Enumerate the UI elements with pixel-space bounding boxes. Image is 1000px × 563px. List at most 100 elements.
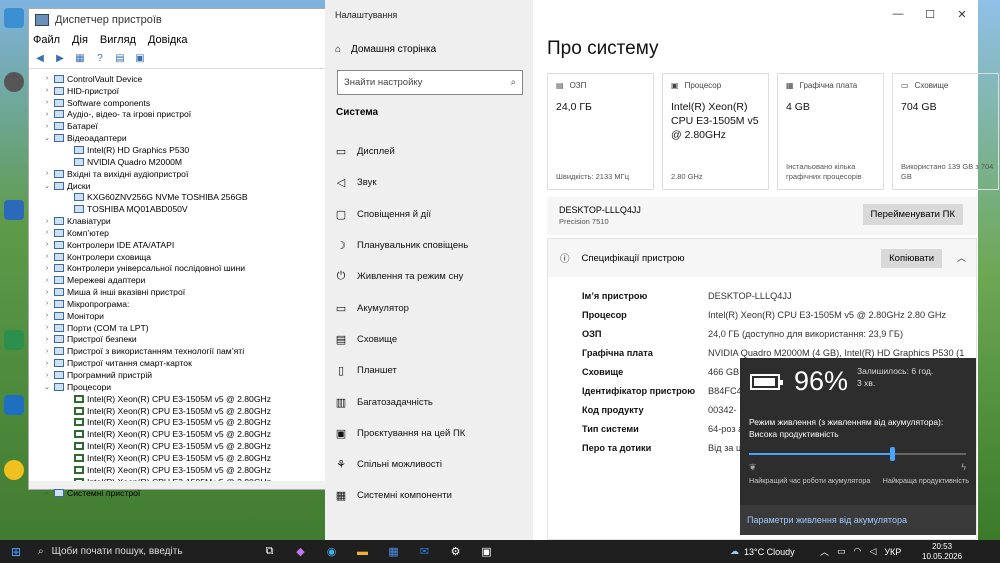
- edge-icon[interactable]: ◉: [320, 543, 343, 561]
- device-manager-window[interactable]: Диспетчер пристроїв Файл Дія Вигляд Дові…: [28, 8, 328, 498]
- device-tree-node[interactable]: › Контролери універсальної послідовної ши…: [29, 263, 327, 275]
- settings-nav-item[interactable]: ▭ Акумулятор: [325, 292, 533, 323]
- settings-nav-item[interactable]: ▭ Дисплей: [325, 136, 533, 167]
- expand-chevron-icon[interactable]: ⌄: [43, 182, 51, 190]
- chevron-up-icon[interactable]: ︿: [957, 251, 966, 264]
- device-tree-node[interactable]: TOSHIBA MQ01ABD050V: [29, 203, 327, 215]
- task-view-icon[interactable]: ⧉: [258, 543, 281, 561]
- collapse-chevron-icon[interactable]: ›: [43, 265, 51, 272]
- update-driver-icon[interactable]: ▤: [113, 53, 127, 65]
- collapse-chevron-icon[interactable]: ›: [43, 170, 51, 177]
- weather-widget[interactable]: ☁ 13°C Cloudy: [730, 540, 795, 563]
- menu-view[interactable]: Вигляд: [100, 34, 136, 46]
- device-tree-node[interactable]: › Аудіо-, відео- та ігрові пристрої: [29, 109, 327, 121]
- collapse-chevron-icon[interactable]: ›: [43, 87, 51, 94]
- device-tree-node[interactable]: › Пристрої з використанням технології пам…: [29, 345, 327, 357]
- help-icon[interactable]: ?: [93, 53, 107, 65]
- settings-nav-item[interactable]: ▢ Сповіщення й дії: [325, 199, 533, 230]
- slider-thumb[interactable]: [890, 447, 896, 461]
- device-tree-node[interactable]: › Клавіатури: [29, 215, 327, 227]
- horizontal-scrollbar[interactable]: [29, 481, 327, 489]
- desktop-app-icon[interactable]: [4, 460, 24, 480]
- chevron-up-icon[interactable]: ︿: [820, 545, 829, 558]
- rename-pc-button[interactable]: Перейменувати ПК: [862, 204, 963, 225]
- clock[interactable]: 20:53 10.05.2026: [922, 542, 962, 563]
- expand-chevron-icon[interactable]: ⌄: [43, 383, 51, 391]
- forward-arrow-icon[interactable]: ▶: [53, 53, 67, 65]
- collapse-chevron-icon[interactable]: ›: [43, 312, 51, 319]
- device-tree-node[interactable]: Intel(R) Xeon(R) CPU E3-1505M v5 @ 2.80G…: [29, 405, 327, 417]
- collapse-chevron-icon[interactable]: ›: [43, 123, 51, 130]
- collapse-chevron-icon[interactable]: ›: [43, 111, 51, 118]
- collapse-chevron-icon[interactable]: ›: [43, 99, 51, 106]
- settings-nav-item[interactable]: ▦ Системні компоненти: [325, 480, 533, 511]
- collapse-chevron-icon[interactable]: ›: [43, 277, 51, 284]
- settings-nav-item[interactable]: ⏻ Живлення та режим сну: [325, 261, 533, 292]
- settings-search-input[interactable]: Знайти настройку ⌕: [337, 70, 523, 95]
- menu-file[interactable]: Файл: [33, 34, 60, 46]
- collapse-chevron-icon[interactable]: ›: [43, 372, 51, 379]
- desktop-app-icon[interactable]: [4, 200, 24, 220]
- collapse-chevron-icon[interactable]: ›: [43, 229, 51, 236]
- collapse-chevron-icon[interactable]: ›: [43, 75, 51, 82]
- collapse-chevron-icon[interactable]: ›: [43, 490, 51, 497]
- device-tree-node[interactable]: Intel(R) Xeon(R) CPU E3-1505M v5 @ 2.80G…: [29, 464, 327, 476]
- device-tree-node[interactable]: KXG60ZNV256G NVMe TOSHIBA 256GB: [29, 191, 327, 203]
- language-indicator[interactable]: УКР: [884, 547, 901, 557]
- device-tree-node[interactable]: › Контролери сховища: [29, 251, 327, 263]
- settings-nav-item[interactable]: ▥ Багатозадачність: [325, 386, 533, 417]
- windows-start-icon[interactable]: ⊞: [0, 545, 32, 559]
- device-tree-node[interactable]: › Системні пристрої: [29, 488, 327, 500]
- collapse-chevron-icon[interactable]: ›: [43, 253, 51, 260]
- device-tree-node[interactable]: › HID-пристрої: [29, 85, 327, 97]
- close-button[interactable]: ✕: [946, 0, 978, 28]
- device-tree-node[interactable]: Intel(R) Xeon(R) CPU E3-1505M v5 @ 2.80G…: [29, 452, 327, 464]
- battery-tray-icon[interactable]: ▭: [837, 546, 846, 557]
- store-icon[interactable]: ▦: [382, 543, 405, 561]
- device-tree-node[interactable]: Intel(R) Xeon(R) CPU E3-1505M v5 @ 2.80G…: [29, 440, 327, 452]
- device-tree-node[interactable]: › Миша й інші вказівні пристрої: [29, 286, 327, 298]
- device-tree-node[interactable]: NVIDIA Quadro M2000M: [29, 156, 327, 168]
- device-tree-node[interactable]: › Мікропрограма:: [29, 298, 327, 310]
- menu-action[interactable]: Дія: [72, 34, 88, 46]
- battery-settings-link[interactable]: Параметри живлення від акумулятора: [740, 505, 976, 535]
- device-tree-node[interactable]: › ControlVault Device: [29, 73, 327, 85]
- collapse-chevron-icon[interactable]: ›: [43, 336, 51, 343]
- device-tree-node[interactable]: › Контролери IDE ATA/ATAPI: [29, 239, 327, 251]
- device-tree-node[interactable]: › Батареї: [29, 120, 327, 132]
- device-tree-node[interactable]: ⌄ Відеоадаптери: [29, 132, 327, 144]
- properties-icon[interactable]: ▦: [73, 53, 87, 65]
- device-tree-node[interactable]: › Порти (COM та LPT): [29, 322, 327, 334]
- device-tree-node[interactable]: › Пристрої безпеки: [29, 334, 327, 346]
- desktop-app-icon[interactable]: [4, 330, 24, 350]
- maximize-button[interactable]: ☐: [914, 0, 946, 28]
- collapse-chevron-icon[interactable]: ›: [43, 241, 51, 248]
- outlook-icon[interactable]: ✉: [413, 543, 436, 561]
- network-icon[interactable]: ◠: [854, 546, 862, 557]
- device-tree-node[interactable]: › Пристрої читання смарт-карток: [29, 357, 327, 369]
- device-manager-titlebar[interactable]: Диспетчер пристроїв: [29, 9, 327, 31]
- device-tree-node[interactable]: › Вхідні та вихідні аудіопристрої: [29, 168, 327, 180]
- back-arrow-icon[interactable]: ◀: [33, 53, 47, 65]
- desktop-app-icon[interactable]: [4, 395, 24, 415]
- recycle-bin-icon[interactable]: [4, 8, 24, 28]
- device-tree-node[interactable]: Intel(R) Xeon(R) CPU E3-1505M v5 @ 2.80G…: [29, 428, 327, 440]
- desktop-app-icon[interactable]: [4, 72, 24, 92]
- device-tree-node[interactable]: Intel(R) Xeon(R) CPU E3-1505M v5 @ 2.80G…: [29, 416, 327, 428]
- collapse-chevron-icon[interactable]: ›: [43, 360, 51, 367]
- copy-button[interactable]: Копіювати: [881, 249, 942, 268]
- collapse-chevron-icon[interactable]: ›: [43, 348, 51, 355]
- copilot-icon[interactable]: ◆: [289, 543, 312, 561]
- device-tree-node[interactable]: ⌄ Процесори: [29, 381, 327, 393]
- device-manager-taskbar-icon[interactable]: ▣: [475, 543, 498, 561]
- device-tree-node[interactable]: Intel(R) HD Graphics P530: [29, 144, 327, 156]
- collapse-chevron-icon[interactable]: ›: [43, 324, 51, 331]
- collapse-chevron-icon[interactable]: ›: [43, 218, 51, 225]
- device-tree-node[interactable]: Intel(R) Xeon(R) CPU E3-1505M v5 @ 2.80G…: [29, 393, 327, 405]
- device-tree-node[interactable]: › Комп’ютер: [29, 227, 327, 239]
- expand-chevron-icon[interactable]: ⌄: [43, 134, 51, 142]
- file-explorer-icon[interactable]: ▬: [351, 543, 374, 561]
- device-tree-node[interactable]: › Програмний пристрій: [29, 369, 327, 381]
- device-tree-node[interactable]: ⌄ Диски: [29, 180, 327, 192]
- device-tree-node[interactable]: › Software components: [29, 97, 327, 109]
